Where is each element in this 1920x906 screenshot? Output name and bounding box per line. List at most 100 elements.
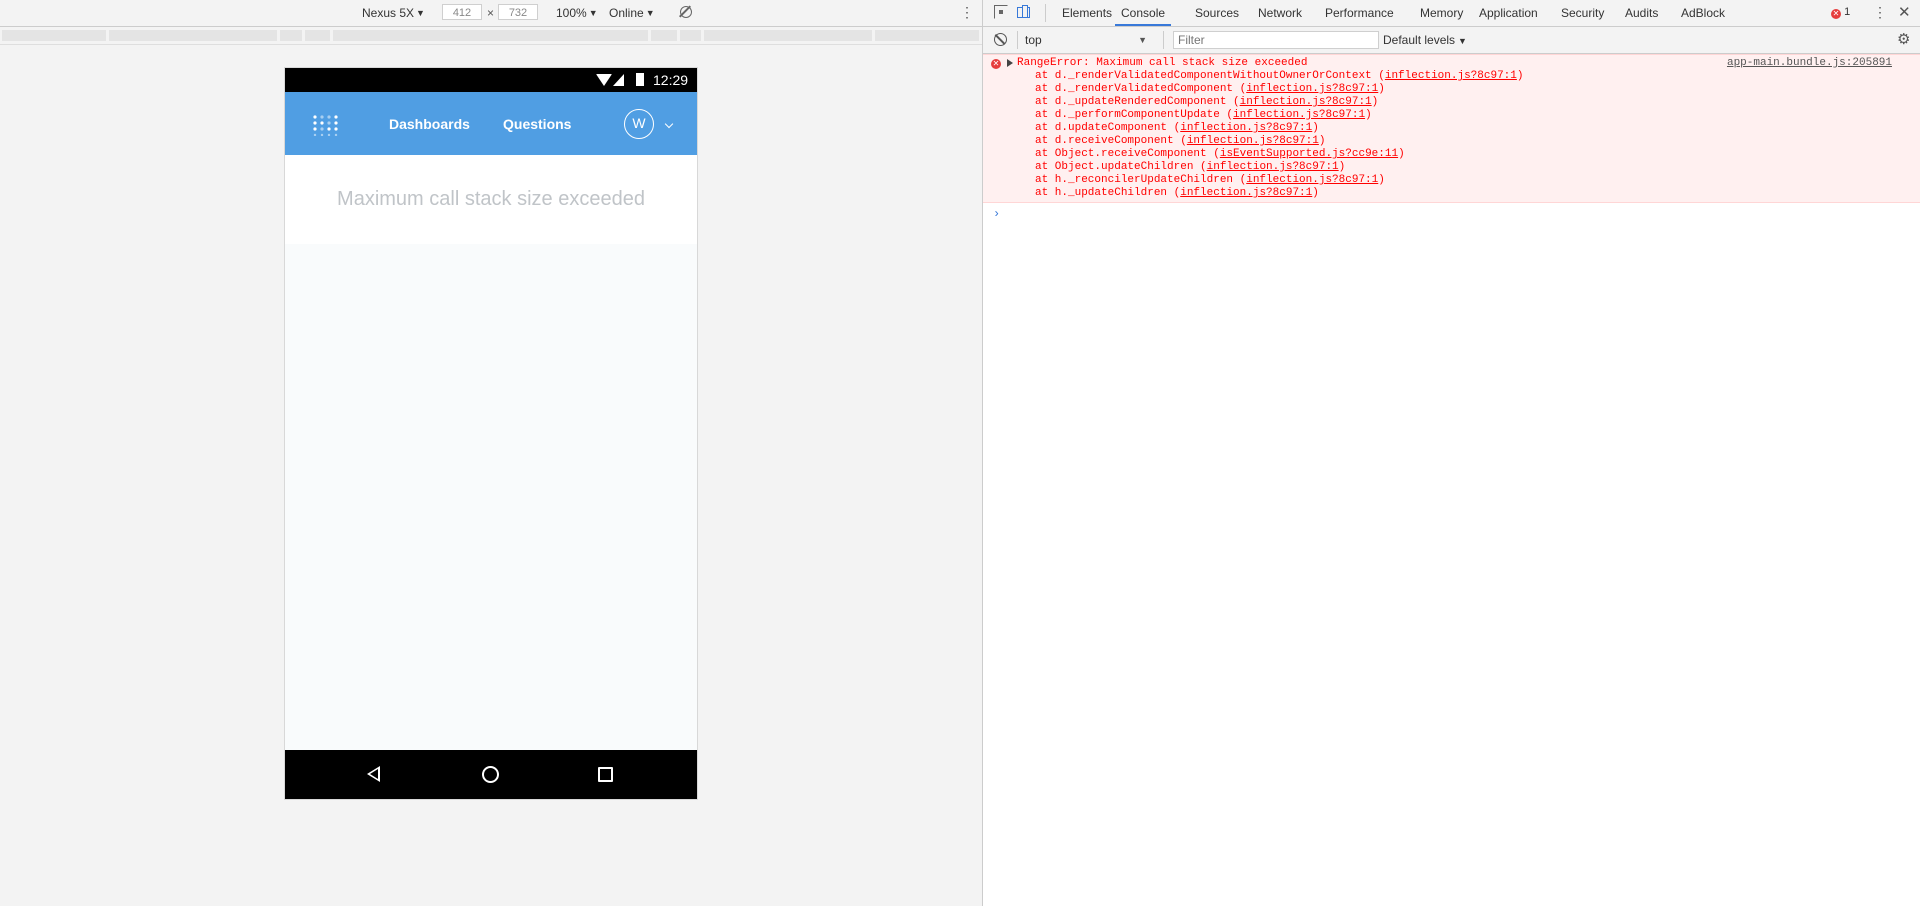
metabase-logo-icon[interactable] bbox=[312, 114, 340, 136]
devtools-tabbar: Elements Console Sources Network Perform… bbox=[983, 0, 1920, 27]
device-more-icon[interactable]: ⋮ bbox=[960, 4, 974, 21]
network-value: Online bbox=[609, 6, 644, 20]
battery-icon bbox=[636, 73, 644, 86]
status-bar: 12:29 bbox=[285, 68, 697, 92]
tab-memory[interactable]: Memory bbox=[1420, 0, 1463, 26]
stack-fn: at d.receiveComponent ( bbox=[1035, 135, 1187, 147]
console-prompt[interactable]: › bbox=[993, 207, 1000, 221]
app-header: Dashboards Questions W bbox=[285, 92, 697, 155]
stack-link[interactable]: inflection.js?8c97:1 bbox=[1207, 161, 1339, 173]
width-input[interactable]: 412 bbox=[442, 4, 482, 20]
clear-console-icon[interactable] bbox=[994, 33, 1007, 46]
stack-frame: at Object.receiveComponent (isEventSuppo… bbox=[1035, 148, 1405, 161]
media-query-segment[interactable] bbox=[875, 30, 979, 41]
media-query-segment[interactable] bbox=[280, 30, 302, 41]
media-query-segment[interactable] bbox=[704, 30, 872, 41]
stack-frame: at Object.updateChildren (inflection.js?… bbox=[1035, 161, 1345, 174]
media-query-segment[interactable] bbox=[2, 30, 106, 41]
recents-icon[interactable] bbox=[598, 767, 613, 782]
stack-fn: at d._updateRenderedComponent ( bbox=[1035, 96, 1240, 108]
media-query-segment[interactable] bbox=[109, 30, 277, 41]
filter-input[interactable] bbox=[1173, 31, 1379, 49]
stack-end: ) bbox=[1378, 83, 1385, 95]
console-toolbar: top ▼ Default levels▼ ⚙ bbox=[983, 27, 1920, 54]
device-emulation-pane: Nexus 5X ▼ 412 × 732 100% ▼ Online ▼ ⋮ 12:2… bbox=[0, 0, 982, 906]
stack-frame: at d._updateRenderedComponent (inflectio… bbox=[1035, 96, 1378, 109]
wifi-icon bbox=[596, 74, 612, 86]
error-icon: ✕ bbox=[991, 59, 1001, 69]
tab-adblock[interactable]: AdBlock bbox=[1681, 0, 1725, 26]
stack-fn: at d._performComponentUpdate ( bbox=[1035, 109, 1234, 121]
network-select[interactable]: Online ▼ bbox=[609, 6, 655, 20]
stack-link[interactable]: inflection.js?8c97:1 bbox=[1246, 83, 1378, 95]
stack-end: ) bbox=[1378, 174, 1385, 186]
stack-fn: at Object.updateChildren ( bbox=[1035, 161, 1207, 173]
device-select[interactable]: Nexus 5X ▼ bbox=[362, 6, 425, 20]
stack-end: ) bbox=[1312, 187, 1319, 199]
context-dropdown-icon: ▼ bbox=[1138, 35, 1147, 45]
device-name: Nexus 5X bbox=[362, 6, 415, 20]
media-query-segment[interactable] bbox=[680, 30, 701, 41]
height-input[interactable]: 732 bbox=[498, 4, 538, 20]
back-icon[interactable] bbox=[367, 766, 380, 782]
error-source-link[interactable]: app-main.bundle.js:205891 bbox=[1727, 57, 1892, 69]
levels-dropdown-icon: ▼ bbox=[1458, 36, 1467, 46]
device-dropdown-icon: ▼ bbox=[416, 8, 425, 18]
console-error-message[interactable]: ✕ RangeError: Maximum call stack size ex… bbox=[983, 54, 1920, 203]
context-select[interactable]: top ▼ bbox=[1025, 32, 1155, 48]
tab-console[interactable]: Console bbox=[1115, 0, 1172, 26]
tab-network[interactable]: Network bbox=[1258, 0, 1302, 26]
media-query-segment[interactable] bbox=[333, 30, 648, 41]
stack-link[interactable]: inflection.js?8c97:1 bbox=[1180, 187, 1312, 199]
stack-link[interactable]: inflection.js?8c97:1 bbox=[1246, 174, 1378, 186]
error-title: RangeError: Maximum call stack size exce… bbox=[1017, 57, 1308, 69]
stack-link[interactable]: inflection.js?8c97:1 bbox=[1385, 70, 1517, 82]
divider bbox=[1163, 31, 1164, 49]
tab-sources[interactable]: Sources bbox=[1195, 0, 1239, 26]
nav-dashboards[interactable]: Dashboards bbox=[389, 116, 470, 132]
device-toolbar: Nexus 5X ▼ 412 × 732 100% ▼ Online ▼ ⋮ bbox=[0, 0, 982, 27]
rotate-icon[interactable] bbox=[680, 6, 692, 18]
stack-fn: at d._renderValidatedComponentWithoutOwn… bbox=[1035, 70, 1385, 82]
context-value: top bbox=[1025, 33, 1042, 47]
tab-application[interactable]: Application bbox=[1479, 0, 1538, 26]
signal-icon bbox=[613, 74, 624, 86]
levels-select[interactable]: Default levels ▼ bbox=[1383, 33, 1467, 47]
tab-elements[interactable]: Elements bbox=[1062, 0, 1112, 26]
media-query-bar bbox=[0, 27, 982, 45]
stack-frame: at h._updateChildren (inflection.js?8c97… bbox=[1035, 187, 1319, 200]
tab-performance[interactable]: Performance bbox=[1325, 0, 1394, 26]
media-query-segment[interactable] bbox=[305, 30, 330, 41]
device-toggle-icon[interactable] bbox=[1017, 5, 1031, 19]
user-avatar[interactable]: W bbox=[624, 109, 654, 139]
nav-questions[interactable]: Questions bbox=[503, 116, 571, 132]
tab-audits[interactable]: Audits bbox=[1625, 0, 1658, 26]
stack-link[interactable]: inflection.js?8c97:1 bbox=[1180, 122, 1312, 134]
inspect-element-icon[interactable] bbox=[994, 5, 1008, 19]
network-dropdown-icon: ▼ bbox=[645, 8, 655, 18]
home-icon[interactable] bbox=[482, 766, 499, 783]
close-icon[interactable]: ✕ bbox=[1898, 3, 1911, 21]
stack-end: ) bbox=[1398, 148, 1405, 160]
error-icon: ✕ bbox=[1831, 9, 1841, 19]
media-query-segment[interactable] bbox=[651, 30, 677, 41]
stack-link[interactable]: inflection.js?8c97:1 bbox=[1233, 109, 1365, 121]
error-message: Maximum call stack size exceeded bbox=[337, 188, 645, 210]
stack-fn: at h._reconcilerUpdateChildren ( bbox=[1035, 174, 1247, 186]
stack-link[interactable]: inflection.js?8c97:1 bbox=[1187, 135, 1319, 147]
zoom-select[interactable]: 100% ▼ bbox=[556, 6, 598, 20]
stack-fn: at d.updateComponent ( bbox=[1035, 122, 1181, 134]
settings-gear-icon[interactable]: ⚙ bbox=[1897, 30, 1910, 48]
phone-screen: 12:29 Dashboards Questions W Maximum cal… bbox=[285, 68, 697, 799]
stack-link[interactable]: isEventSupported.js?cc9e:11 bbox=[1220, 148, 1398, 160]
stack-link[interactable]: inflection.js?8c97:1 bbox=[1240, 96, 1372, 108]
chevron-down-icon[interactable] bbox=[664, 119, 674, 129]
error-counter[interactable]: ✕ 1 bbox=[1831, 6, 1850, 19]
stack-fn: at Object.receiveComponent ( bbox=[1035, 148, 1220, 160]
expand-triangle-icon[interactable] bbox=[1007, 59, 1013, 67]
stack-frame: at h._reconcilerUpdateChildren (inflecti… bbox=[1035, 174, 1385, 187]
tab-security[interactable]: Security bbox=[1561, 0, 1604, 26]
stack-fn: at d._renderValidatedComponent ( bbox=[1035, 83, 1247, 95]
status-time: 12:29 bbox=[653, 72, 689, 88]
more-options-icon[interactable]: ⋮ bbox=[1873, 4, 1887, 21]
